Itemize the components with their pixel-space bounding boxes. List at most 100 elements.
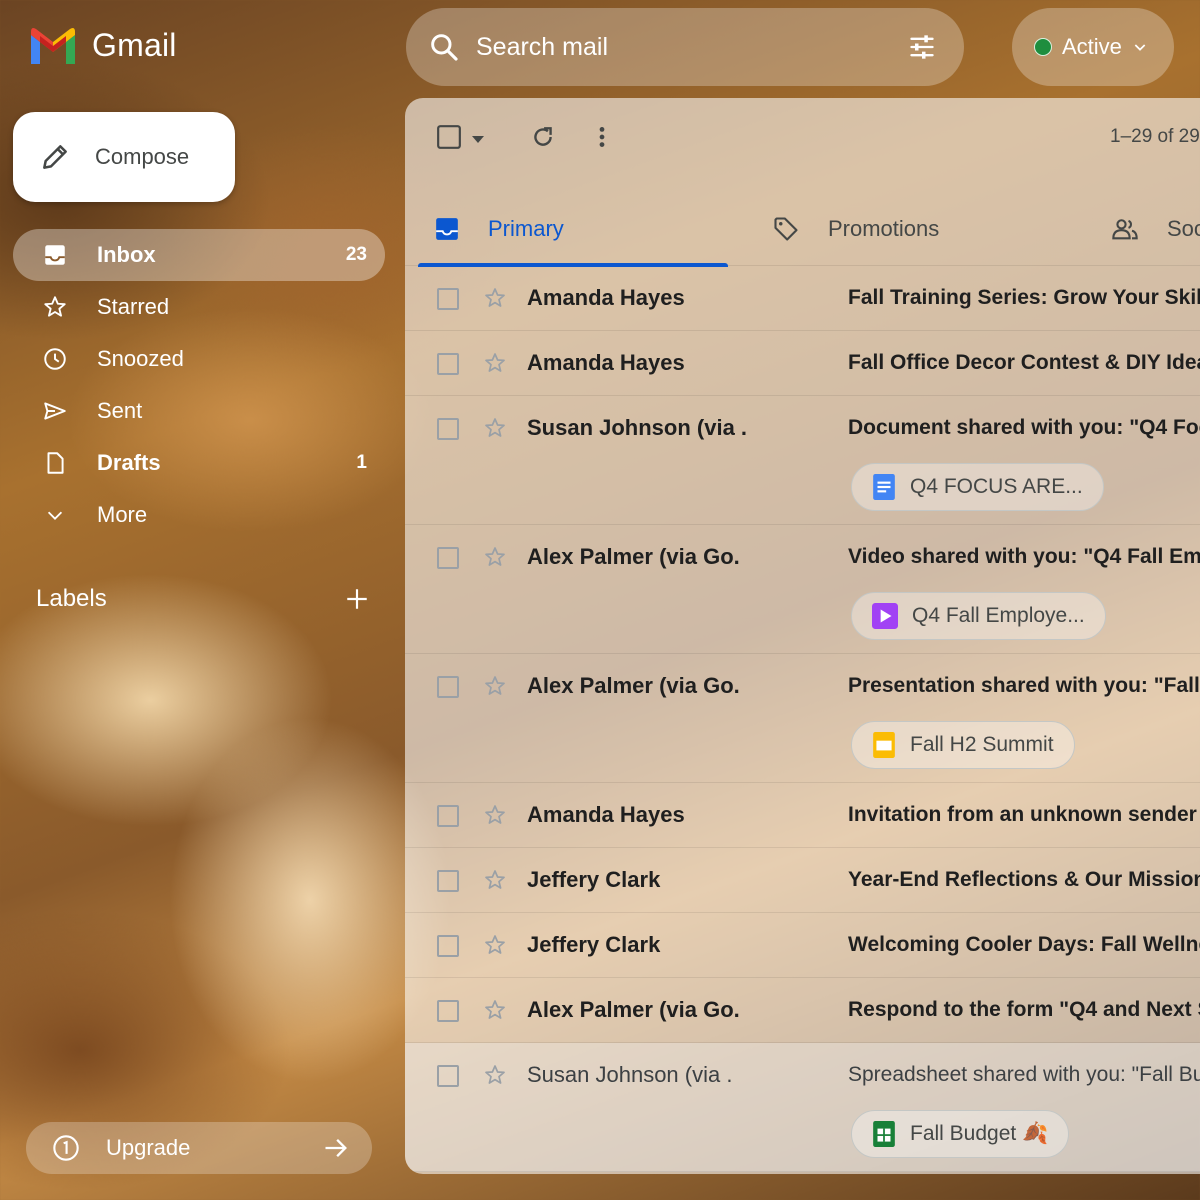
email-sender: Amanda Hayes <box>527 285 685 310</box>
draft-count: 1 <box>356 452 367 473</box>
email-list: Amanda Hayes Fall Training Series: Grow … <box>405 266 1200 1172</box>
star-icon[interactable] <box>483 351 507 375</box>
status-dot <box>1034 38 1052 56</box>
email-row[interactable]: Alex Palmer (via Go. Video shared with y… <box>405 525 1200 654</box>
sheets-icon <box>873 1121 895 1147</box>
star-icon[interactable] <box>483 803 507 827</box>
email-row[interactable]: Amanda Hayes Fall Office Decor Contest &… <box>405 331 1200 396</box>
attachment-chip[interactable]: Fall H2 Summit <box>851 721 1075 769</box>
send-icon <box>44 402 66 420</box>
status-selector[interactable]: Active <box>1012 8 1174 86</box>
row-checkbox[interactable] <box>437 935 459 957</box>
gmail-logo[interactable]: Gmail <box>28 26 177 64</box>
email-sender: Susan Johnson (via . <box>527 415 748 440</box>
compose-button[interactable]: Compose <box>13 112 235 202</box>
checkbox-icon <box>437 125 461 149</box>
unread-count: 23 <box>345 244 367 265</box>
attachment-name: Q4 FOCUS ARE... <box>910 475 1083 498</box>
email-sender: Alex Palmer (via Go. <box>527 997 740 1022</box>
row-checkbox[interactable] <box>437 288 459 310</box>
people-icon <box>1112 219 1138 240</box>
email-subject: Presentation shared with you: "Fall H2 S… <box>848 674 1200 697</box>
star-icon[interactable] <box>483 1063 507 1087</box>
row-checkbox[interactable] <box>437 1065 459 1087</box>
row-checkbox[interactable] <box>437 418 459 440</box>
row-checkbox[interactable] <box>437 805 459 827</box>
row-checkbox[interactable] <box>437 676 459 698</box>
email-subject: Respond to the form "Q4 and Next Steps" <box>848 998 1200 1021</box>
inbox-icon <box>45 245 65 265</box>
tab-label: Social <box>1167 216 1200 241</box>
sidebar-item-label: Snoozed <box>97 346 184 371</box>
attachment-chip[interactable]: Q4 Fall Employe... <box>851 592 1106 640</box>
vids-icon <box>872 603 898 629</box>
sidebar-item-drafts[interactable]: Drafts 1 <box>13 437 385 489</box>
email-row[interactable]: Susan Johnson (via . Spreadsheet shared … <box>405 1043 1200 1172</box>
tab-label: Primary <box>488 216 564 241</box>
email-row[interactable]: Amanda Hayes Invitation from an unknown … <box>405 783 1200 848</box>
star-icon[interactable] <box>483 933 507 957</box>
email-sender: Alex Palmer (via Go. <box>527 544 740 569</box>
row-checkbox[interactable] <box>437 353 459 375</box>
more-vert-icon <box>599 127 605 147</box>
inbox-icon <box>436 218 458 240</box>
star-icon[interactable] <box>483 674 507 698</box>
labels-section: Labels <box>36 585 370 613</box>
search-options-icon[interactable] <box>906 33 938 61</box>
email-sender: Amanda Hayes <box>527 350 685 375</box>
star-icon[interactable] <box>483 416 507 440</box>
row-checkbox[interactable] <box>437 870 459 892</box>
status-label: Active <box>1062 34 1122 59</box>
upgrade-label: Upgrade <box>106 1135 191 1160</box>
mail-toolbar: 1–29 of 29 <box>405 98 1200 178</box>
tab-label: Promotions <box>828 216 940 241</box>
app-name: Gmail <box>92 26 177 63</box>
mail-panel: 1–29 of 29 Primary Promotions Social <box>405 98 1200 1174</box>
select-dropdown[interactable] <box>471 132 485 150</box>
add-label-icon[interactable] <box>344 586 370 612</box>
attachment-chip[interactable]: Q4 FOCUS ARE... <box>851 463 1104 511</box>
clock-icon <box>44 348 66 370</box>
email-subject: Invitation from an unknown sender <box>848 803 1197 826</box>
refresh-button[interactable] <box>530 124 556 155</box>
sidebar-nav: Inbox 23 Starred Snoozed Sent Drafts 1 M… <box>13 229 385 541</box>
star-icon[interactable] <box>483 998 507 1022</box>
tab-promotions[interactable]: Promotions <box>772 193 939 265</box>
star-icon[interactable] <box>483 286 507 310</box>
tab-social[interactable]: Social <box>1111 193 1200 265</box>
draft-icon <box>47 452 64 474</box>
sidebar-item-label: More <box>97 502 148 527</box>
gmail-m-icon <box>31 28 75 64</box>
email-row[interactable]: Jeffery Clark Year-End Reflections & Our… <box>405 848 1200 913</box>
compose-label: Compose <box>95 144 190 169</box>
sidebar-item-sent[interactable]: Sent <box>13 385 385 437</box>
email-subject: Video shared with you: "Q4 Fall Employee… <box>848 545 1200 568</box>
email-row[interactable]: Alex Palmer (via Go. Respond to the form… <box>405 978 1200 1043</box>
email-row[interactable]: Susan Johnson (via . Document shared wit… <box>405 396 1200 525</box>
email-subject: Fall Office Decor Contest & DIY Ideas <box>848 351 1200 374</box>
attachment-name: Q4 Fall Employe... <box>912 604 1085 627</box>
search-bar[interactable]: Search mail <box>406 8 964 86</box>
sidebar-item-more[interactable]: More <box>13 489 385 541</box>
attachment-chip[interactable]: Fall Budget 🍂 <box>851 1110 1070 1158</box>
row-checkbox[interactable] <box>437 547 459 569</box>
select-all-checkbox[interactable] <box>436 124 462 155</box>
tab-primary[interactable]: Primary <box>434 193 564 265</box>
search-input[interactable]: Search mail <box>476 33 906 62</box>
email-subject: Document shared with you: "Q4 Focus Area… <box>848 416 1200 439</box>
more-actions-button[interactable] <box>595 124 609 155</box>
search-icon[interactable] <box>428 31 460 63</box>
email-row[interactable]: Amanda Hayes Fall Training Series: Grow … <box>405 266 1200 331</box>
email-row[interactable]: Alex Palmer (via Go. Presentation shared… <box>405 654 1200 783</box>
star-icon[interactable] <box>483 868 507 892</box>
sidebar-item-snoozed[interactable]: Snoozed <box>13 333 385 385</box>
upgrade-button[interactable]: Upgrade <box>26 1122 372 1174</box>
star-icon[interactable] <box>483 545 507 569</box>
row-checkbox[interactable] <box>437 1000 459 1022</box>
email-row[interactable]: Jeffery Clark Welcoming Cooler Days: Fal… <box>405 913 1200 978</box>
sidebar-item-starred[interactable]: Starred <box>13 281 385 333</box>
sidebar-item-inbox[interactable]: Inbox 23 <box>13 229 385 281</box>
sidebar-item-label: Inbox <box>97 242 156 267</box>
sidebar-item-label: Starred <box>97 294 170 319</box>
tag-icon <box>774 217 798 241</box>
